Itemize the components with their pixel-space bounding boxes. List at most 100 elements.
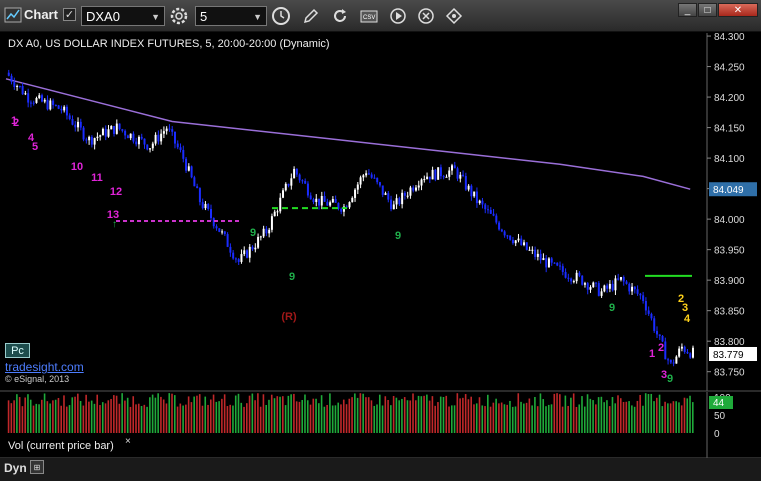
candle-body [198,188,201,203]
volume-bar [373,405,376,433]
volume-study-label[interactable]: Vol (current price bar) [6,437,122,454]
volume-bar [675,401,677,433]
close-icon[interactable]: × [125,436,131,447]
volume-bar [359,393,362,433]
volume-bar [229,404,231,433]
setup-count-label: 1 [649,348,655,360]
volume-bar [473,404,475,433]
volume-bar [625,401,628,433]
dyn-settings-icon[interactable]: ⊞ [30,460,44,474]
candle-body [204,203,207,209]
volume-bar [137,403,140,433]
candle-body [7,72,10,76]
candle-body [154,134,157,144]
candle-body [88,136,91,141]
candle-body [378,182,381,186]
volume-bar [367,397,370,433]
candle-body [559,265,562,267]
candle-body [60,108,63,111]
volume-bar [10,403,13,433]
volume-bar [356,397,359,433]
volume-bar [581,396,583,433]
price-chart[interactable]: ↑ 1245101112139999(R)1 23 9234 84.30084.25… [0,0,761,481]
volume-bar [498,403,500,433]
volume-bar [639,394,641,433]
volume-bar [622,401,625,433]
candle-body [212,218,215,227]
candle-body [586,283,589,290]
volume-bar [93,403,96,433]
candle-body [107,129,110,137]
volume-bar [46,401,49,433]
candle-body [689,353,692,358]
volume-bar [520,401,522,433]
pc-button[interactable]: Pc [5,343,30,358]
volume-bar [417,395,420,433]
candle-body [318,198,321,206]
volume-bar [567,405,569,433]
candle-body [182,149,185,159]
volume-bar [35,403,38,433]
candle-body [168,128,171,130]
volume-bar [423,395,425,433]
candle-body [157,134,160,142]
candle-body [27,93,30,103]
candle-body [140,136,143,139]
candle-body [503,231,506,236]
volume-bar [462,397,464,433]
candle-body [132,133,135,142]
volume-bar [268,399,270,433]
candle-body [536,253,539,257]
volume-bar [118,403,121,433]
volume-bar [642,405,644,433]
candle-body [43,99,46,102]
candle-body [448,170,451,177]
candle-body [511,239,514,244]
volume-bar [85,394,87,433]
setup-count-label: 10 [71,161,83,173]
candle-body [636,289,639,294]
volume-bar [13,400,15,433]
volume-bar [354,393,356,433]
volume-bar [257,393,259,433]
candle-body [550,258,553,263]
dyn-label[interactable]: Dyn [4,461,27,475]
volume-bar [74,396,76,433]
candle-body [362,175,365,178]
volume-bar [96,394,99,433]
candle-body [162,131,165,134]
volume-bar [304,394,306,433]
candle-body [149,148,152,150]
volume-bar [492,402,495,433]
volume-bar [583,406,586,433]
volume-bar [628,401,630,433]
candle-body [284,183,287,191]
volume-bar [262,394,265,433]
candle-body [257,236,260,248]
volume-bar [146,406,148,433]
volume-bar [121,393,123,433]
volume-bar [478,397,481,433]
candle-body [276,211,279,213]
candle-body [279,197,282,212]
candle-body [248,246,251,258]
candle-body [54,104,57,106]
volume-bar [90,400,93,433]
candle-body [118,123,121,130]
volume-bar [215,401,218,433]
volume-bar [664,401,666,433]
brand-link[interactable]: tradesight.com [5,360,84,374]
volume-bar [193,396,195,433]
volume-bar [331,405,334,433]
volume-bar [49,403,51,433]
candle-body [29,102,32,104]
volume-bar [561,406,564,433]
candle-body [387,193,390,200]
candle-body [218,228,221,232]
volume-bar [406,400,409,433]
candle-body [21,86,24,95]
volume-bar [525,402,528,433]
volume-bar [77,393,79,433]
volume-bar [165,403,168,433]
volume-bar [420,396,423,433]
